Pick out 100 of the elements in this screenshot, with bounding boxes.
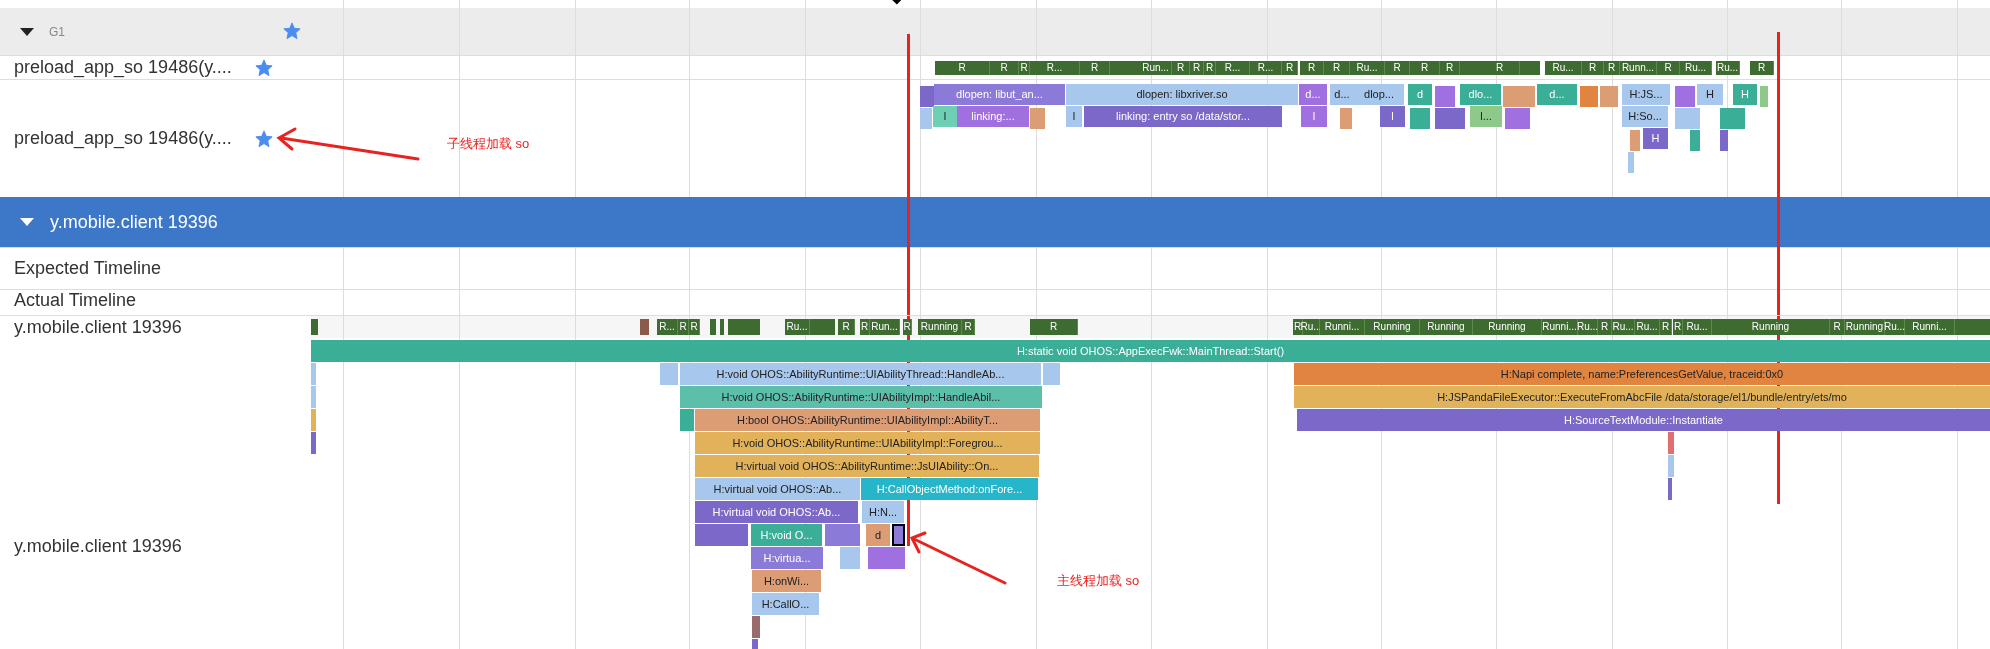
thread-state-bar: R: [1282, 61, 1298, 75]
trace-slice[interactable]: H:So...: [1622, 106, 1668, 127]
thread-name: y.mobile.client 19396: [14, 535, 182, 558]
trace-slice[interactable]: H:N...: [862, 501, 904, 523]
thread-state-bar: Ru...: [1578, 319, 1598, 335]
thread-state-bar: R: [689, 319, 700, 335]
thread-state-bar: Run...: [1140, 61, 1172, 75]
trace-slice[interactable]: l: [1066, 106, 1082, 127]
trace-slice[interactable]: H:Napi complete, name:PreferencesGetValue, traceid:0x0: [1294, 363, 1990, 385]
thread-state-bar: Runni...: [1320, 319, 1365, 335]
trace-slice[interactable]: d...: [1330, 84, 1354, 105]
trace-slice[interactable]: H:void OHOS::AbilityRuntime::UIAbilityImpl::Foregrou...: [695, 432, 1040, 454]
group-name: G1: [49, 23, 65, 41]
thread-state-bar: Ru...: [1303, 319, 1320, 335]
collapse-icon[interactable]: [20, 27, 34, 36]
thread-state-bar: Ru...: [1680, 61, 1712, 75]
thread-state-bar: Run...: [870, 319, 900, 335]
trace-slice[interactable]: H:bool OHOS::AbilityRuntime::UIAbilityImpl::AbilityT...: [695, 409, 1040, 431]
trace-slice[interactable]: H:SourceTextModule::Instantiate: [1297, 409, 1990, 431]
trace-slice[interactable]: dlopen: libut_an...: [934, 84, 1065, 105]
thread-state-bar: R: [1440, 61, 1460, 75]
track-name: Actual Timeline: [14, 289, 137, 312]
thread-state-bar: Ru...: [1635, 319, 1660, 335]
thread-state-bar: R: [1324, 61, 1350, 75]
annotation-text: 子线程加载 so: [447, 137, 530, 150]
trace-slice[interactable]: l...: [1470, 106, 1502, 127]
thread-state-bar: Ru...: [1885, 319, 1905, 335]
thread-state-bar: R: [1030, 319, 1078, 335]
thread-state-bar: Runn...: [1620, 61, 1657, 75]
thread-state-bar: R: [1204, 61, 1216, 75]
thread-state-bar: R: [935, 61, 990, 75]
thread-state-bar: R: [1582, 61, 1604, 75]
star-icon[interactable]: [255, 130, 273, 148]
thread-state-bar: R: [1660, 319, 1672, 335]
trace-slice[interactable]: H:onWi...: [752, 570, 821, 592]
track-name: Expected Timeline: [14, 257, 162, 280]
thread-state-bar: R: [1657, 61, 1680, 75]
thread-state-bar: Running: [1845, 319, 1885, 335]
thread-state-bar: R: [1300, 61, 1324, 75]
trace-slice[interactable]: l: [1380, 106, 1405, 127]
star-icon[interactable]: [283, 22, 301, 40]
thread-state-bar: R: [1604, 61, 1620, 75]
thread-state-bar: R...: [1216, 61, 1250, 75]
star-icon[interactable]: [255, 59, 273, 77]
trace-slice[interactable]: d: [866, 524, 890, 546]
trace-slice[interactable]: d...: [1299, 84, 1327, 105]
process-header[interactable]: y.mobile.client 19396: [0, 197, 1990, 247]
thread-state-bar: R: [1598, 319, 1612, 335]
trace-slice[interactable]: linking: entry so /data/stor...: [1084, 106, 1282, 127]
trace-slice[interactable]: l: [1301, 106, 1327, 127]
thread-state-bar: R: [1080, 61, 1110, 75]
trace-slice[interactable]: H:void OHOS::AbilityRuntime::UIAbilityThread::HandleAb...: [680, 363, 1041, 385]
thread-state-bar: Ru...: [1612, 319, 1635, 335]
trace-slice[interactable]: H:virtual void OHOS::AbilityRuntime::JsUIAbility::On...: [695, 455, 1039, 477]
annotation-text: 主线程加载 so: [1057, 574, 1140, 587]
thread-state-bar: R: [1750, 61, 1774, 75]
thread-state-bar: R: [1385, 61, 1410, 75]
thread-state-bar: Ru...: [1350, 61, 1385, 75]
thread-state-bar: R: [1172, 61, 1190, 75]
trace-slice[interactable]: H:JSPandaFileExecutor::ExecuteFromAbcFile /data/storage/el1/bundle/entry/ets/mo: [1294, 386, 1990, 408]
trace-slice[interactable]: H:void OHOS::AbilityRuntime::UIAbilityImpl::HandleAbil...: [680, 386, 1042, 408]
trace-slice[interactable]: H:virtua...: [751, 547, 823, 569]
thread-state-bar: Ru...: [1545, 61, 1582, 75]
thread-state-bar: Ru...: [1716, 61, 1740, 75]
trace-slice[interactable]: H:CallO...: [752, 593, 819, 615]
thread-state-bar: R: [903, 319, 912, 335]
thread-name: preload_app_so 19486(y....: [14, 127, 232, 151]
thread-state-bar: Ru...: [785, 319, 810, 335]
thread-state-bar: R: [1190, 61, 1204, 75]
trace-slice[interactable]: H:JS...: [1622, 84, 1670, 105]
thread-state-bar: R: [1830, 319, 1845, 335]
thread-state-bar: Running: [1473, 319, 1542, 335]
thread-state-bar: Running: [1712, 319, 1830, 335]
trace-slice[interactable]: H: [1643, 128, 1668, 149]
thread-state-bar: R: [1410, 61, 1440, 75]
trace-slice[interactable]: dlop...: [1354, 84, 1404, 105]
thread-state-bar: R: [990, 61, 1019, 75]
thread-state-bar: Runni...: [1542, 319, 1578, 335]
thread-state-bar: Runni...: [1905, 319, 1955, 335]
thread-state-bar: Running: [1420, 319, 1473, 335]
thread-state-bar: R...: [657, 319, 678, 335]
trace-slice[interactable]: H:virtual void OHOS::Ab...: [695, 478, 860, 500]
thread-state-bar: R: [678, 319, 689, 335]
trace-slice[interactable]: linking:...: [957, 106, 1029, 127]
thread-name: y.mobile.client 19396: [14, 315, 182, 339]
trace-slice[interactable]: l: [933, 106, 957, 127]
thread-state-bar: Ru...: [1683, 319, 1712, 335]
thread-state-bar: R...: [1250, 61, 1282, 75]
thread-state-bar: Running: [918, 319, 962, 335]
thread-name: preload_app_so 19486(y....: [14, 56, 232, 80]
process-name: y.mobile.client 19396: [50, 210, 218, 234]
trace-slice[interactable]: H: [1697, 84, 1723, 105]
trace-slice[interactable]: dlopen: libxriver.so: [1066, 84, 1298, 105]
thread-state-bar: R: [1480, 61, 1520, 75]
thread-state-bar: R...: [1030, 61, 1080, 75]
trace-slice[interactable]: [892, 524, 905, 546]
thread-state-bar: Running: [1365, 319, 1420, 335]
trace-slice[interactable]: H:virtual void OHOS::Ab...: [695, 501, 858, 523]
thread-state-bar: R: [838, 319, 855, 335]
thread-state-bar: R: [962, 319, 975, 335]
